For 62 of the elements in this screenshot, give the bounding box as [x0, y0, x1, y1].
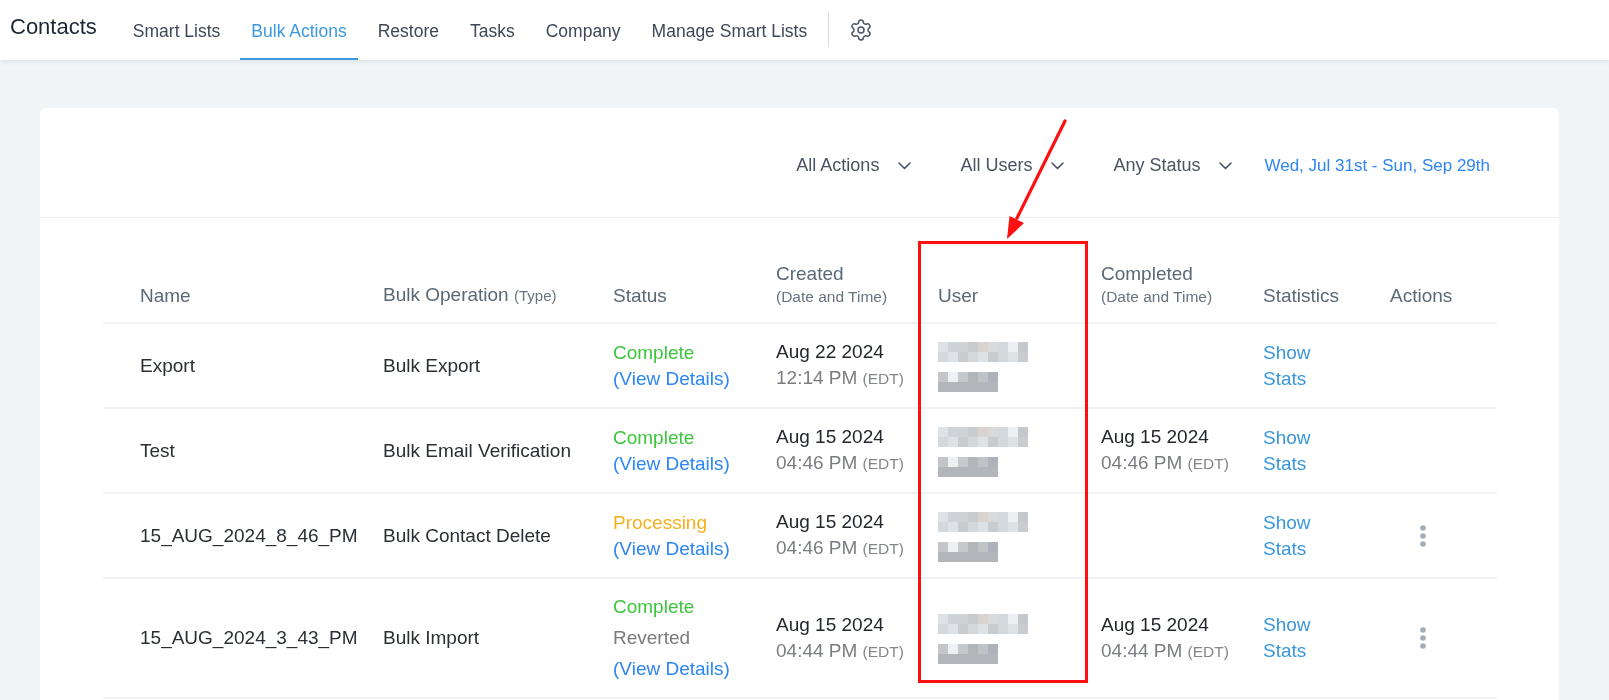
chevron-down-icon: [1219, 161, 1233, 170]
chevron-down-icon: [898, 161, 912, 170]
operation-cell-text: Bulk Export: [383, 353, 481, 378]
nav-tab[interactable]: Company: [534, 0, 632, 60]
name-cell-text: 15_AUG_2024_8_46_PM: [140, 523, 358, 549]
show-stats-link[interactable]: Show Stats: [1263, 612, 1311, 664]
filter-dropdown[interactable]: All Users: [960, 155, 1065, 176]
operation-cell-text: Bulk Email Verification: [383, 438, 571, 463]
redacted-text: [938, 644, 998, 664]
show-stats-link[interactable]: Show Stats: [1263, 424, 1311, 477]
column-header: Statistics: [1263, 284, 1340, 308]
redacted-text: [938, 456, 998, 477]
show-stats-link[interactable]: Show Stats: [1263, 509, 1311, 562]
created-date: Aug 15 2024: [776, 510, 884, 534]
status-label: Complete: [613, 595, 695, 619]
column-header: Bulk Operation (Type): [383, 283, 557, 307]
nav-tab[interactable]: Restore: [366, 0, 450, 60]
view-details-link[interactable]: (View Details): [613, 450, 730, 477]
created-date: Aug 15 2024: [776, 425, 884, 449]
nav-tab[interactable]: Tasks: [458, 0, 526, 60]
settings-icon[interactable]: [849, 18, 874, 42]
column-header: Created (Date and Time): [776, 262, 888, 307]
filter-dropdown[interactable]: All Actions: [796, 155, 912, 176]
status-label: Complete: [613, 425, 695, 450]
view-details-link[interactable]: (View Details): [613, 656, 730, 682]
created-date: Aug 22 2024: [776, 340, 884, 364]
column-header: Status: [613, 284, 667, 308]
column-header: Completed (Date and Time): [1101, 262, 1213, 307]
created-time: 04:44 PM (EDT): [776, 638, 904, 663]
column-header: Actions: [1390, 284, 1453, 308]
name-cell-text: 15_AUG_2024_3_43_PM: [140, 626, 358, 651]
redacted-text: [938, 371, 998, 392]
status-label: Complete: [613, 340, 695, 365]
chevron-down-icon: [1051, 161, 1065, 170]
nav-tab[interactable]: Smart Lists: [121, 0, 232, 60]
nav-tab[interactable]: Manage Smart Lists: [640, 0, 819, 60]
filter-dropdown[interactable]: Any Status: [1113, 155, 1233, 176]
view-details-link[interactable]: (View Details): [613, 535, 730, 562]
created-time: 04:46 PM (EDT): [776, 536, 904, 560]
operation-cell-text: Bulk Contact Delete: [383, 523, 551, 548]
completed-date: Aug 15 2024: [1101, 612, 1209, 637]
name-cell-text: Export: [140, 353, 195, 378]
name-cell-text: Test: [140, 438, 175, 463]
date-range-link[interactable]: Wed, Jul 31st - Sun, Sep 29th: [1264, 155, 1490, 176]
operation-cell-text: Bulk Import: [383, 626, 480, 650]
view-details-link[interactable]: (View Details): [613, 365, 730, 392]
column-header: Name: [140, 284, 191, 308]
redacted-text: [938, 541, 998, 562]
nav-tab[interactable]: Bulk Actions: [240, 0, 358, 60]
kebab-menu-icon[interactable]: [1420, 627, 1426, 649]
created-time: 04:46 PM (EDT): [776, 451, 904, 475]
column-header: User: [938, 284, 979, 308]
completed-date: Aug 15 2024: [1101, 425, 1209, 449]
show-stats-link[interactable]: Show Stats: [1263, 339, 1311, 392]
created-date: Aug 15 2024: [776, 612, 884, 637]
status-label: Processing: [613, 510, 707, 535]
completed-time: 04:46 PM (EDT): [1101, 451, 1229, 475]
completed-time: 04:44 PM (EDT): [1101, 638, 1229, 663]
page-title: Contacts: [10, 13, 97, 41]
kebab-menu-icon[interactable]: [1420, 524, 1426, 547]
status-label: Reverted: [613, 626, 691, 650]
created-time: 12:14 PM (EDT): [776, 366, 904, 390]
